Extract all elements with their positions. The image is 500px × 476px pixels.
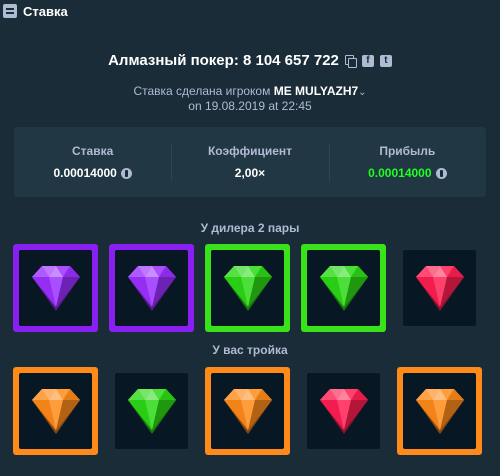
bet-stats-panel: Ставка 0.00014000 Коэффициент 2,00× Приб… <box>14 127 486 197</box>
purple-gem-icon <box>31 266 80 311</box>
chevron-down-icon[interactable]: ⌄ <box>358 87 366 98</box>
stat-multiplier-value: 2,00× <box>234 166 266 180</box>
game-header: Алмазный покер: 8 104 657 722 f t <box>0 52 500 69</box>
card-face <box>211 250 284 326</box>
card-5 <box>397 244 482 332</box>
player-hand-title: У вас тройка <box>212 343 288 357</box>
card-1 <box>13 244 98 332</box>
dealer-cards-row <box>13 244 482 332</box>
stat-profit: Прибыль 0.00014000 <box>328 127 486 197</box>
card-face <box>115 373 188 449</box>
green-gem-icon <box>127 389 176 434</box>
stat-profit-label: Прибыль <box>379 144 436 158</box>
facebook-icon: f <box>361 54 374 67</box>
placed-by-line: Ставка сделана игроком ME MULYAZH7⌄ <box>0 84 500 98</box>
twitter-share-button[interactable]: t <box>379 54 392 67</box>
card-4 <box>301 244 386 332</box>
window-title: Ставка <box>23 3 68 19</box>
dealer-hand-title: У дилера 2 пары <box>200 221 300 235</box>
orange-gem-icon <box>31 389 80 434</box>
player-cards-row <box>13 367 482 455</box>
facebook-share-button[interactable]: f <box>361 54 374 67</box>
stat-profit-value: 0.00014000 <box>368 166 447 180</box>
card-3 <box>205 367 290 455</box>
coin-icon <box>120 167 132 179</box>
card-face <box>19 250 92 326</box>
card-face <box>211 373 284 449</box>
profit-amount: 0.00014000 <box>368 166 432 180</box>
stat-multiplier-label: Коэффициент <box>207 144 293 158</box>
card-3 <box>205 244 290 332</box>
purple-gem-icon <box>127 266 176 311</box>
coin-icon <box>435 167 447 179</box>
copy-icon <box>344 54 357 68</box>
card-face <box>403 373 476 449</box>
stat-bet: Ставка 0.00014000 <box>14 127 171 197</box>
card-face <box>19 373 92 449</box>
orange-gem-icon <box>223 389 272 434</box>
window-titlebar: Ставка <box>0 0 500 22</box>
placed-by-prefix: Ставка сделана игроком <box>133 84 274 98</box>
card-face <box>403 250 476 326</box>
red-gem-icon <box>415 266 464 311</box>
stat-bet-label: Ставка <box>72 144 114 158</box>
stat-bet-value: 0.00014000 <box>53 166 132 180</box>
card-face <box>307 250 380 326</box>
bet-list-icon <box>3 4 17 18</box>
game-id-label: Алмазный покер: 8 104 657 722 <box>108 52 339 69</box>
card-face <box>115 250 188 326</box>
player-name-link[interactable]: ME MULYAZH7 <box>274 84 358 98</box>
card-4 <box>301 367 386 455</box>
bet-amount: 0.00014000 <box>53 166 117 180</box>
card-1 <box>13 367 98 455</box>
green-gem-icon <box>223 266 272 311</box>
card-2 <box>109 244 194 332</box>
card-2 <box>109 367 194 455</box>
red-gem-icon <box>319 389 368 434</box>
card-5 <box>397 367 482 455</box>
stat-multiplier: Коэффициент 2,00× <box>171 127 328 197</box>
orange-gem-icon <box>415 389 464 434</box>
card-face <box>307 373 380 449</box>
green-gem-icon <box>319 266 368 311</box>
copy-button[interactable] <box>344 54 357 68</box>
twitter-icon: t <box>379 54 392 67</box>
placed-on-date: on 19.08.2019 at 22:45 <box>188 99 312 113</box>
